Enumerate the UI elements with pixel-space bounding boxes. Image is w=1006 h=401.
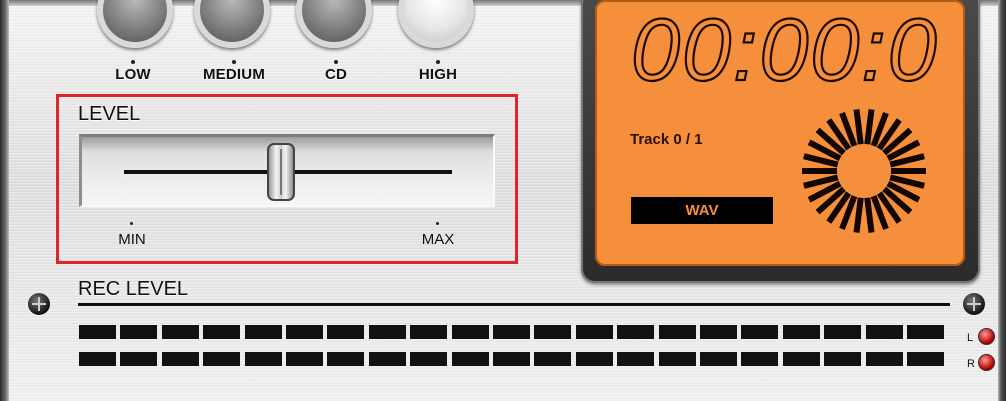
level-slider-thumb[interactable]	[267, 143, 296, 201]
meter-segment	[286, 325, 323, 339]
meter-segment	[244, 352, 282, 366]
meter-segment	[617, 352, 655, 366]
level-min-label: MIN	[118, 231, 146, 248]
meter-segment	[203, 352, 241, 366]
meter-segment	[865, 352, 903, 366]
meter-segment	[658, 352, 696, 366]
meter-segment	[161, 325, 199, 339]
meter-segment	[79, 325, 116, 339]
meter-segment	[617, 325, 655, 339]
meter-segment	[824, 352, 862, 366]
meter-segment	[741, 325, 779, 339]
panel-left-edge	[0, 0, 9, 401]
meter-segment	[658, 325, 696, 339]
meter-segment	[782, 352, 820, 366]
channel-right-led	[978, 354, 995, 371]
channel-right-label: R	[967, 358, 975, 370]
format-badge: WAV	[631, 197, 773, 224]
meter-segment	[493, 325, 530, 339]
meter-segment	[120, 352, 158, 366]
activity-spinner-icon	[802, 109, 926, 233]
preset-low-label: LOW	[115, 66, 151, 83]
meter-segment	[700, 352, 737, 366]
meter-segment	[534, 325, 572, 339]
right-screw-icon	[963, 293, 985, 315]
meter-segment	[700, 325, 737, 339]
rec-level-divider	[78, 303, 950, 306]
meter-segment	[575, 325, 613, 339]
level-max-label: MAX	[421, 231, 455, 248]
time-readout-text: 00:00:00	[631, 8, 941, 88]
meter-segment	[161, 352, 199, 366]
meter-segment	[907, 352, 944, 366]
preset-low-indicator	[131, 60, 135, 64]
preset-high-label: HIGH	[418, 66, 458, 83]
spinner-ray	[864, 109, 875, 145]
meter-segment	[824, 325, 862, 339]
spinner-ray	[864, 197, 875, 233]
min-indicator	[130, 222, 133, 225]
meter-segment	[79, 352, 116, 366]
meter-segment	[451, 352, 489, 366]
rec-level-title: REC LEVEL	[78, 278, 189, 300]
meter-segment	[865, 325, 903, 339]
spinner-ray	[853, 197, 864, 233]
track-counter: Track 0 / 1	[630, 131, 703, 148]
level-title: LEVEL	[78, 103, 141, 125]
meter-segment	[534, 352, 572, 366]
panel-right-edge	[998, 0, 1006, 401]
preset-medium-label: MEDIUM	[202, 66, 266, 83]
channel-left-led	[978, 328, 995, 345]
preset-high-indicator	[436, 60, 440, 64]
meter-segment	[327, 352, 365, 366]
preset-cd-label: CD	[324, 66, 348, 83]
meter-segment	[410, 325, 448, 339]
preset-medium-indicator	[232, 60, 236, 64]
preset-cd-indicator	[334, 60, 338, 64]
meter-segment	[120, 325, 158, 339]
time-readout: 00:00:00	[631, 8, 941, 88]
meter-segment	[286, 352, 323, 366]
meter-segment	[327, 325, 365, 339]
meter-segment	[493, 352, 530, 366]
meter-segment	[368, 325, 406, 339]
meter-segment	[575, 352, 613, 366]
meter-segment	[410, 352, 448, 366]
meter-segment	[451, 325, 489, 339]
meter-segment	[244, 325, 282, 339]
max-indicator	[436, 222, 439, 225]
meter-segment	[782, 325, 820, 339]
spinner-ray	[853, 109, 864, 145]
meter-segment	[368, 352, 406, 366]
channel-left-label: L	[967, 332, 974, 344]
meter-segment	[741, 352, 779, 366]
meter-segment	[907, 325, 944, 339]
meter-segment	[203, 325, 241, 339]
left-screw-icon	[28, 293, 50, 315]
